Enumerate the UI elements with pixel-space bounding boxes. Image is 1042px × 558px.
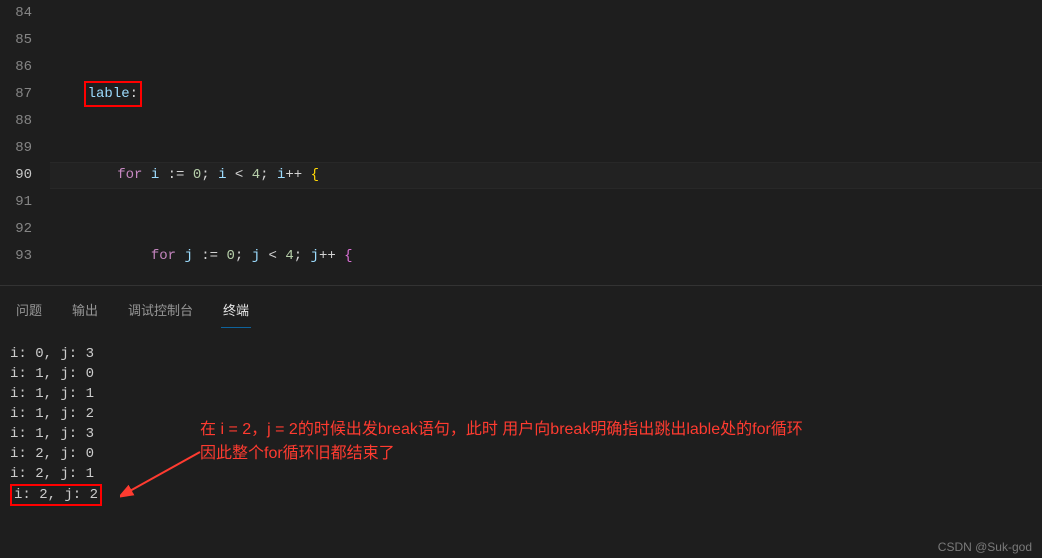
- annotation-text: 在 i = 2，j = 2的时候出发break语句，此时 用户向break明确指…: [200, 418, 803, 466]
- terminal-line: i: 1, j: 0: [10, 364, 1032, 384]
- line-number: 87: [0, 81, 32, 108]
- terminal-line: i: 2, j: 1: [10, 464, 1032, 484]
- active-line-highlight: [50, 162, 1042, 189]
- line-number-gutter: 84 85 86 87 88 89 90 91 92 93: [0, 0, 50, 285]
- terminal-line: i: 0, j: 3: [10, 344, 1032, 364]
- terminal-panel[interactable]: i: 0, j: 3 i: 1, j: 0 i: 1, j: 1 i: 1, j…: [0, 328, 1042, 512]
- tab-problems[interactable]: 问题: [14, 296, 44, 328]
- terminal-line: i: 1, j: 1: [10, 384, 1032, 404]
- line-number: 88: [0, 108, 32, 135]
- line-number: 92: [0, 216, 32, 243]
- line-number: 89: [0, 135, 32, 162]
- terminal-line: i: 2, j: 2: [10, 484, 1032, 504]
- tab-debug-console[interactable]: 调试控制台: [126, 296, 195, 328]
- tab-terminal[interactable]: 终端: [221, 296, 251, 328]
- line-number: 90: [0, 162, 32, 189]
- panel-tabs: 问题 输出 调试控制台 终端: [0, 285, 1042, 328]
- line-number: 93: [0, 243, 32, 270]
- line-number: 91: [0, 189, 32, 216]
- line-number: 84: [0, 0, 32, 27]
- line-number: 86: [0, 54, 32, 81]
- code-line: lable:: [50, 81, 1042, 108]
- tab-output[interactable]: 输出: [70, 296, 100, 328]
- code-editor[interactable]: 84 85 86 87 88 89 90 91 92 93 lable: for…: [0, 0, 1042, 285]
- watermark: CSDN @Suk-god: [938, 540, 1032, 554]
- line-number: 85: [0, 27, 32, 54]
- code-line: for j := 0; j < 4; j++ {: [50, 243, 1042, 270]
- code-content[interactable]: lable: for i := 0; i < 4; i++ { for j :=…: [50, 0, 1042, 285]
